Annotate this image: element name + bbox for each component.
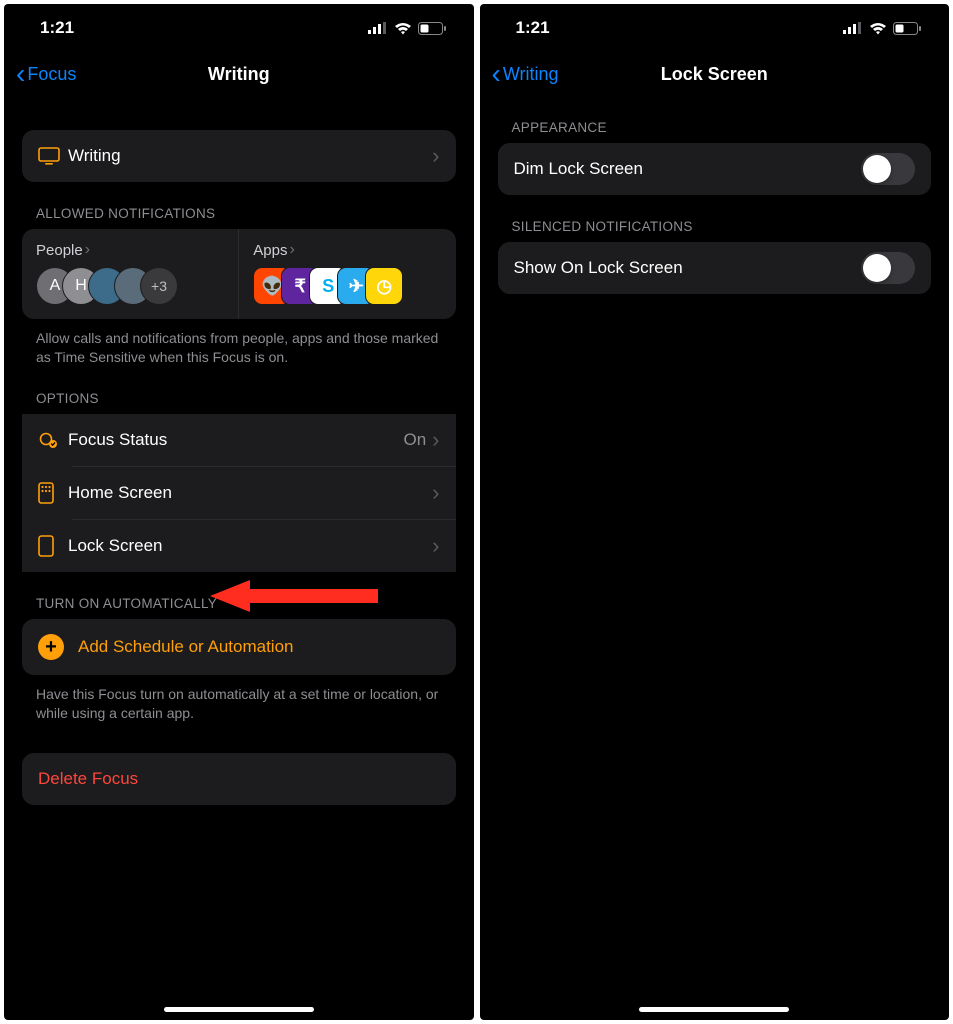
add-schedule-row[interactable]: + Add Schedule or Automation [22,619,456,675]
delete-focus-row[interactable]: Delete Focus [22,753,456,805]
phone-right-lock-screen-settings: 1:21 ‹ Writing Lock Screen APPEARANCE Di… [480,4,950,1020]
dim-lock-screen-row: Dim Lock Screen [498,143,932,195]
focus-hero-row[interactable]: Writing › [22,130,456,182]
allowed-apps[interactable]: Apps › 👽₹S✈◷ [239,229,455,319]
nav-bar: ‹ Writing Lock Screen [480,52,950,96]
content-area: APPEARANCE Dim Lock Screen SILENCED NOTI… [480,96,950,1020]
silenced-header: SILENCED NOTIFICATIONS [498,195,932,242]
show-label: Show On Lock Screen [514,258,862,278]
people-label: People [36,242,83,259]
back-button[interactable]: ‹ Writing [492,60,559,88]
battery-icon [418,22,446,35]
allowed-footer: Allow calls and notifications from peopl… [22,319,456,367]
content-area: Writing › ALLOWED NOTIFICATIONS People ›… [4,96,474,1020]
appearance-header: APPEARANCE [498,96,932,143]
home-screen-icon [38,482,68,504]
battery-icon [893,22,921,35]
chevron-right-icon: › [432,427,439,453]
auto-footer: Have this Focus turn on automatically at… [22,675,456,723]
add-schedule-label: Add Schedule or Automation [78,637,293,657]
chevron-right-icon: › [289,241,294,259]
auto-header: TURN ON AUTOMATICALLY [22,572,456,619]
apps-label: Apps [253,242,287,259]
option-row-focus-status[interactable]: Focus StatusOn › [22,414,456,466]
status-time: 1:21 [516,18,550,38]
option-row-lock-screen[interactable]: Lock Screen› [22,520,456,572]
show-toggle[interactable] [861,252,915,284]
back-button[interactable]: ‹ Focus [16,60,76,88]
chevron-left-icon: ‹ [492,60,501,88]
app-icon: ◷ [365,267,403,305]
status-bar: 1:21 [4,4,474,52]
chevron-right-icon: › [432,143,439,169]
chevron-right-icon: › [432,533,439,559]
wifi-icon [869,22,887,35]
people-avatars: AH+3 [36,267,224,305]
chevron-right-icon: › [85,241,90,259]
options-block: Focus StatusOn›Home Screen›Lock Screen› [22,414,456,572]
delete-label: Delete Focus [38,769,138,789]
focus-status-icon [38,429,68,451]
status-time: 1:21 [40,18,74,38]
avatar: +3 [140,267,178,305]
option-detail: On [403,430,426,450]
allowed-header: ALLOWED NOTIFICATIONS [22,182,456,229]
allowed-people[interactable]: People › AH+3 [22,229,239,319]
plus-icon: + [38,634,64,660]
allowed-notifications-block: People › AH+3 Apps › 👽₹S✈◷ [22,229,456,319]
option-label: Lock Screen [68,536,432,556]
hero-label: Writing [68,146,432,166]
home-indicator[interactable] [164,1007,314,1012]
cellular-icon [843,22,863,34]
nav-bar: ‹ Focus Writing [4,52,474,96]
dim-label: Dim Lock Screen [514,159,862,179]
status-bar: 1:21 [480,4,950,52]
back-label: Focus [27,64,76,85]
show-on-lock-screen-row: Show On Lock Screen [498,242,932,294]
option-label: Focus Status [68,430,403,450]
home-indicator[interactable] [639,1007,789,1012]
wifi-icon [394,22,412,35]
back-label: Writing [503,64,559,85]
option-row-home-screen[interactable]: Home Screen› [22,467,456,519]
status-icons [368,22,446,35]
cellular-icon [368,22,388,34]
options-header: OPTIONS [22,367,456,414]
monitor-icon [38,147,68,165]
lock-screen-icon [38,535,68,557]
app-icons: 👽₹S✈◷ [253,267,441,305]
status-icons [843,22,921,35]
option-label: Home Screen [68,483,432,503]
dim-toggle[interactable] [861,153,915,185]
chevron-right-icon: › [432,480,439,506]
phone-left-writing-settings: 1:21 ‹ Focus Writing Writing › ALLOWED N… [4,4,474,1020]
chevron-left-icon: ‹ [16,60,25,88]
